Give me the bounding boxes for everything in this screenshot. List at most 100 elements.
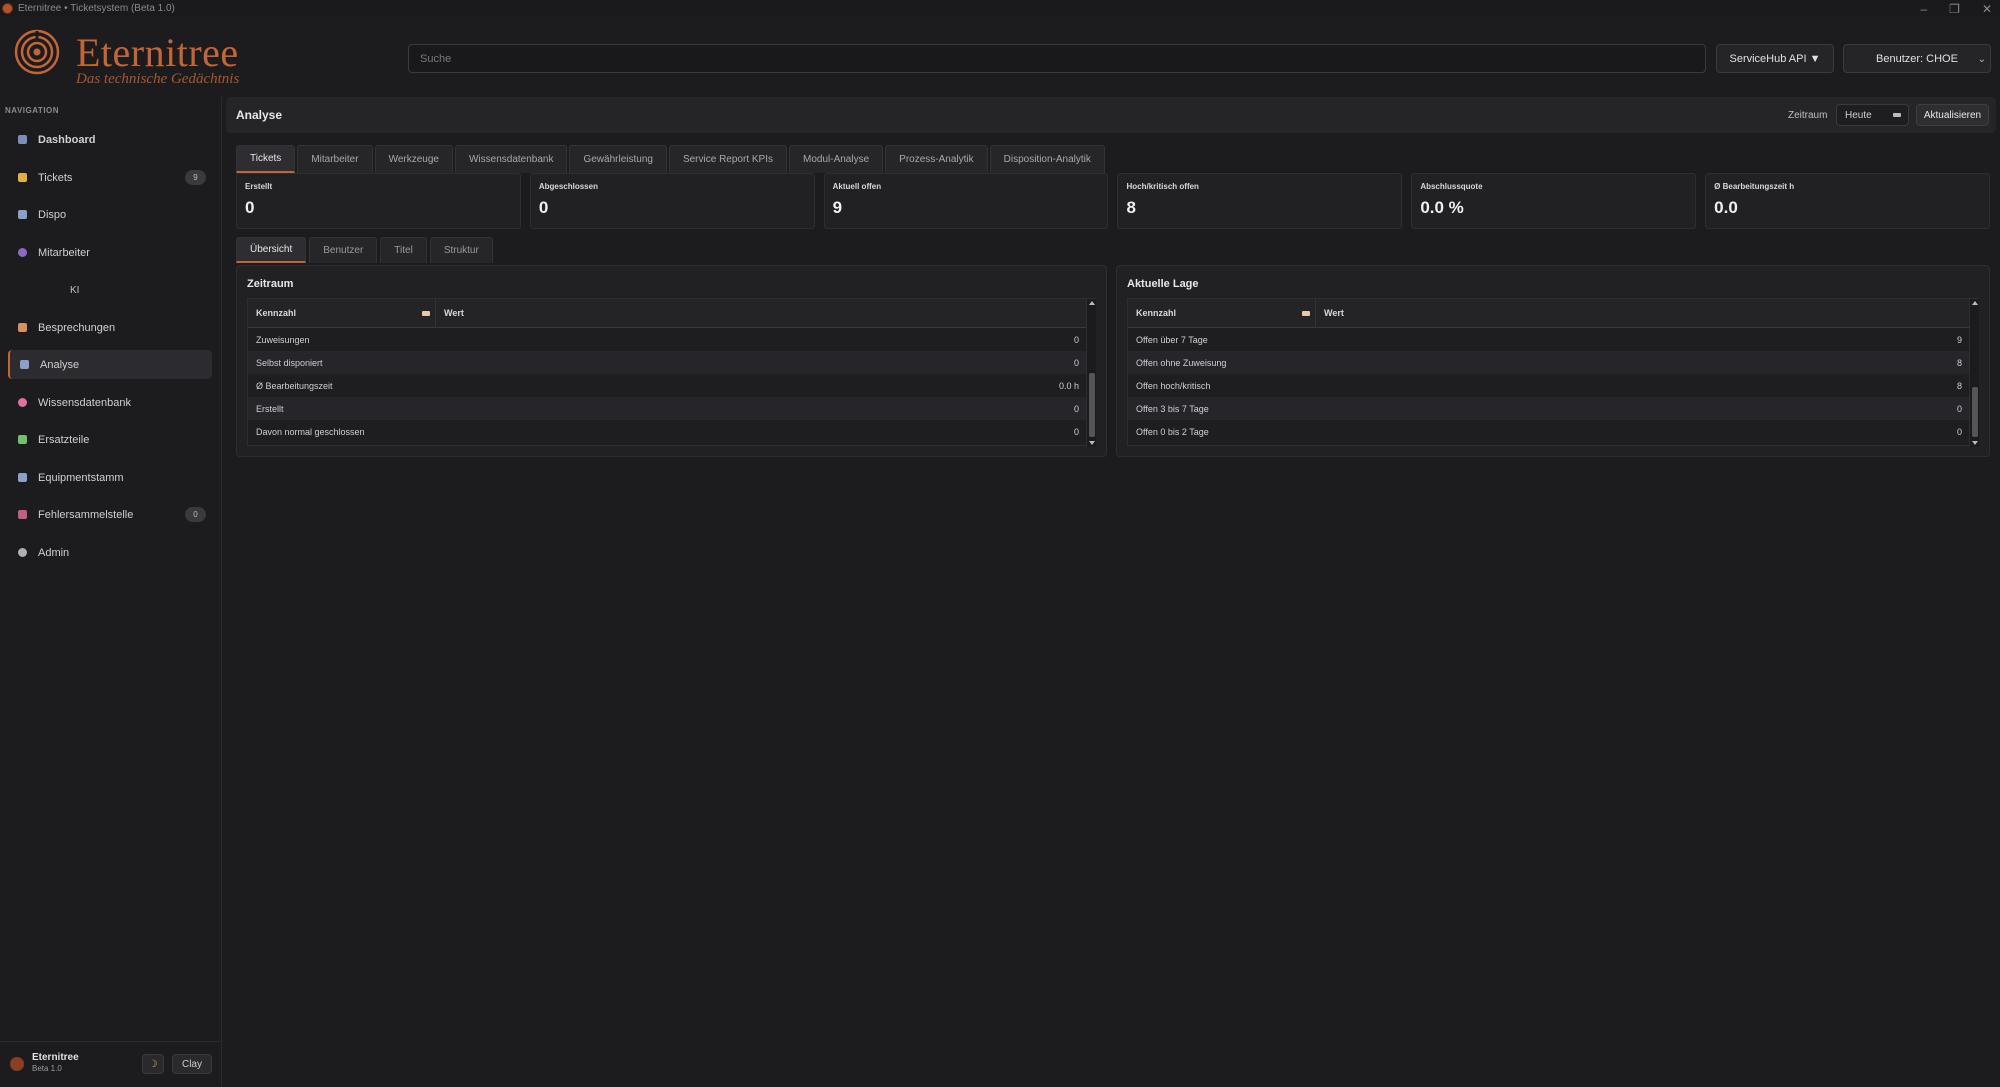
sidebar-item-label: Besprechungen: [38, 321, 116, 334]
vertical-scrollbar[interactable]: [1086, 299, 1096, 447]
close-icon[interactable]: ✕: [1982, 2, 1992, 16]
column-header-kennzahl[interactable]: Kennzahl: [1136, 308, 1176, 318]
panel-title: Aktuelle Lage: [1127, 278, 1199, 290]
scroll-thumb[interactable]: [1972, 387, 1978, 437]
kpi-title: Aktuell offen: [832, 182, 882, 191]
row-key: Offen hoch/kritisch: [1136, 381, 1211, 391]
range-label: Zeitraum: [1788, 110, 1828, 121]
sidebar-item-equipmentstamm[interactable]: Equipmentstamm: [8, 463, 212, 492]
row-key: Offen 0 bis 2 Tage: [1136, 427, 1209, 437]
table-row: Ø Bearbeitungszeit 0.0 h: [248, 374, 1086, 397]
row-value: 8: [1956, 358, 1962, 368]
subtab-titel[interactable]: Titel: [380, 237, 427, 263]
sidebar-footer: Eternitree Beta 1.0 ☽ Clay: [0, 1041, 222, 1087]
row-key: Selbst disponiert: [256, 358, 323, 368]
tree-ring-logo-icon: [14, 29, 60, 75]
table-row: Offen hoch/kritisch 8: [1128, 374, 1969, 397]
sidebar-item-dashboard[interactable]: Dashboard: [8, 125, 212, 154]
kpi-card: Aktuell offen 9: [823, 173, 1109, 229]
subtab-uebersicht[interactable]: Übersicht: [236, 237, 307, 263]
tab-disposition-analytik[interactable]: Disposition-Analytik: [989, 145, 1105, 173]
tab-modul-analyse[interactable]: Modul-Analyse: [789, 145, 884, 173]
app-header: Eternitree Das technische Gedächtnis Ser…: [0, 17, 2000, 97]
scroll-up-icon[interactable]: [1972, 301, 1978, 305]
subtab-struktur[interactable]: Struktur: [429, 237, 493, 263]
window-title: Eternitree • Ticketsystem (Beta 1.0): [18, 3, 175, 14]
sidebar-item-besprechungen[interactable]: Besprechungen: [8, 313, 212, 342]
sidebar-item-analyse[interactable]: Analyse: [8, 350, 212, 379]
count-badge: 0: [185, 507, 206, 522]
refresh-button[interactable]: Aktualisieren: [1916, 104, 1989, 126]
user-menu-button[interactable]: Benutzer: CHOE ⌄: [1843, 44, 1991, 73]
sidebar-item-label: Analyse: [40, 358, 80, 371]
column-header-wert[interactable]: Wert: [444, 308, 464, 318]
sidebar-item-label: Fehlersammelstelle: [38, 508, 134, 521]
footer-app-name: Eternitree: [32, 1052, 79, 1063]
tab-mitarbeiter[interactable]: Mitarbeiter: [297, 145, 373, 173]
column-header-kennzahl[interactable]: Kennzahl: [256, 308, 296, 318]
user-label: Benutzer: CHOE: [1876, 52, 1958, 65]
count-badge: 9: [185, 170, 206, 185]
row-key: Offen ohne Zuweisung: [1136, 358, 1227, 368]
row-value: 0: [1073, 358, 1079, 368]
row-value: 0: [1956, 427, 1962, 437]
scroll-down-icon[interactable]: [1972, 441, 1978, 445]
brand-name: Eternitree: [76, 30, 239, 75]
kpi-card: Erstellt 0: [236, 173, 521, 229]
main-content: Analyse Zeitraum Heute Aktualisieren Tic…: [226, 97, 2000, 1087]
scroll-thumb[interactable]: [1089, 373, 1095, 437]
vertical-scrollbar[interactable]: [1969, 299, 1979, 447]
range-select[interactable]: Heute: [1836, 104, 1909, 126]
factory-icon: [18, 473, 27, 482]
moon-icon[interactable]: ☽: [142, 1054, 164, 1074]
sidebar-item-dispo[interactable]: Dispo: [8, 200, 212, 229]
scroll-up-icon[interactable]: [1089, 301, 1095, 305]
kpi-title: Abschlussquote: [1420, 182, 1483, 191]
footer-version: Beta 1.0: [32, 1064, 62, 1073]
tab-gewaehrleistung[interactable]: Gewährleistung: [569, 145, 667, 173]
sidebar-item-label: Admin: [38, 546, 70, 559]
row-value: 0: [1073, 404, 1079, 414]
tab-wissensdatenbank[interactable]: Wissensdatenbank: [454, 145, 568, 173]
tab-prozess-analytik[interactable]: Prozess-Analytik: [885, 145, 988, 173]
gear-icon: [18, 548, 27, 557]
sidebar-item-ersatzteile[interactable]: Ersatzteile: [8, 425, 212, 454]
sidebar-item-tickets[interactable]: Tickets 9: [8, 163, 212, 192]
panel-title: Zeitraum: [247, 278, 294, 290]
table-row: Zuweisungen 0: [248, 328, 1086, 351]
kpi-value: 8: [1126, 198, 1136, 217]
sidebar-subitem-ki[interactable]: KI: [70, 285, 79, 296]
puzzle-icon: [18, 435, 27, 444]
tab-werkzeuge[interactable]: Werkzeuge: [374, 145, 453, 173]
scroll-down-icon[interactable]: [1089, 441, 1095, 445]
kpi-title: Erstellt: [245, 182, 273, 191]
theme-select[interactable]: Clay: [172, 1054, 212, 1074]
row-value: 0: [1073, 427, 1079, 437]
maximize-icon[interactable]: ❐: [1949, 2, 1960, 16]
sidebar-item-label: Dispo: [38, 208, 67, 221]
sidebar-item-wissensdatenbank[interactable]: Wissensdatenbank: [8, 388, 212, 417]
kpi-value: 0.0 %: [1420, 198, 1464, 217]
servicehub-api-button[interactable]: ServiceHub API ▼: [1716, 44, 1834, 73]
search-input[interactable]: [408, 44, 1706, 73]
column-header-wert[interactable]: Wert: [1324, 308, 1344, 318]
sidebar-item-label: Ersatzteile: [38, 433, 90, 446]
table-row: Offen 0 bis 2 Tage 0: [1128, 420, 1969, 443]
notes-icon: [18, 323, 27, 332]
minimize-icon[interactable]: –: [1920, 2, 1927, 16]
window-titlebar: Eternitree • Ticketsystem (Beta 1.0) – ❐…: [0, 0, 2000, 17]
sidebar-item-admin[interactable]: Admin: [8, 538, 212, 567]
nav-heading: NAVIGATION: [5, 106, 60, 115]
sidebar-item-fehlersammelstelle[interactable]: Fehlersammelstelle 0: [8, 500, 212, 529]
row-value: 0: [1956, 404, 1962, 414]
kpi-value: 0.0: [1714, 198, 1738, 217]
sidebar-item-label: Equipmentstamm: [38, 471, 124, 484]
page-header: Analyse Zeitraum Heute Aktualisieren: [226, 97, 1996, 133]
sub-tabbar: Übersicht Benutzer Titel Struktur: [236, 237, 493, 263]
subtab-benutzer[interactable]: Benutzer: [309, 237, 378, 263]
tab-service-report-kpis[interactable]: Service Report KPIs: [668, 145, 787, 173]
tab-tickets[interactable]: Tickets: [236, 145, 296, 173]
dropdown-icon: [1893, 113, 1901, 117]
sidebar-item-mitarbeiter[interactable]: Mitarbeiter: [8, 238, 212, 267]
sort-icon: [422, 311, 430, 316]
